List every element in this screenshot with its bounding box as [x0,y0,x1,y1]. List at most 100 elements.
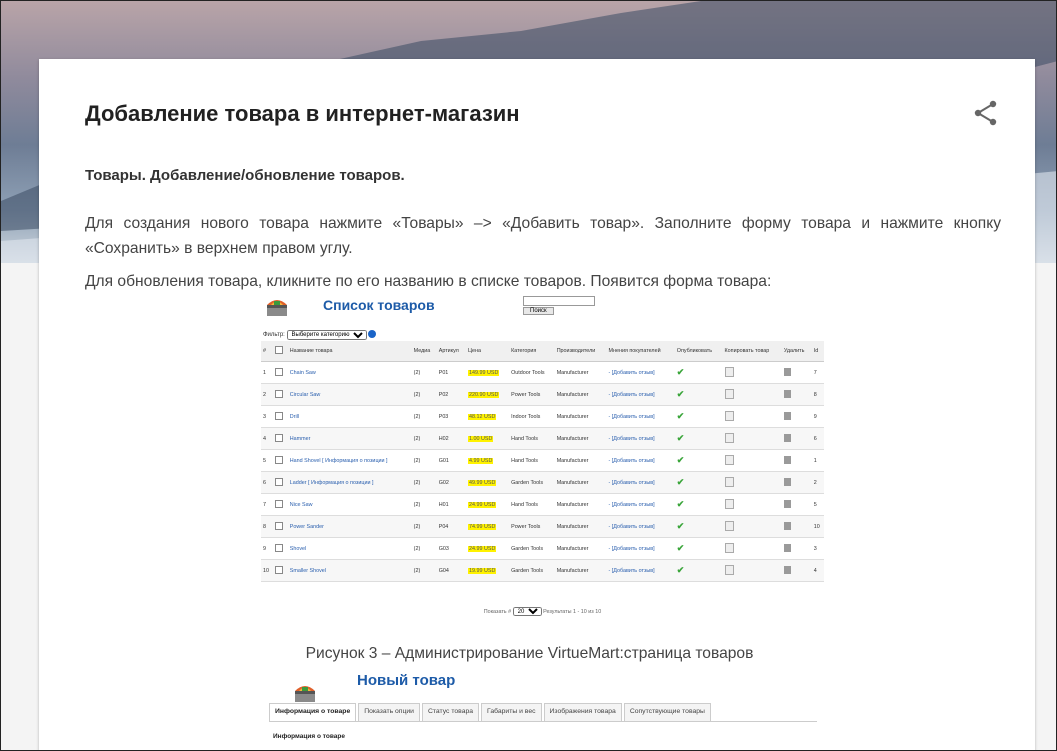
copy-product-icon[interactable] [724,410,734,421]
page-size-select[interactable]: 20 [512,607,542,616]
col-sku[interactable]: Артикул [436,341,467,362]
tab-product-info[interactable]: Информация о товаре [269,703,357,721]
row-checkbox[interactable] [275,543,284,552]
copy-product-icon[interactable] [724,542,734,553]
add-review-link[interactable]: - [Добавить отзыв] [609,392,655,398]
published-check-icon[interactable]: ✔ [677,477,685,487]
delete-product-icon[interactable] [783,411,791,420]
row-checkbox[interactable] [275,367,284,376]
product-name-link[interactable]: Chain Saw [290,370,316,376]
row-checkbox[interactable] [275,477,284,486]
product-manufacturer-cell: Manufacturer [554,361,607,384]
product-name-link[interactable]: Shovel [290,546,306,552]
copy-product-icon[interactable] [724,432,734,443]
col-name[interactable]: Название товара [287,341,412,362]
copy-product-icon[interactable] [724,476,734,487]
published-check-icon[interactable]: ✔ [677,499,685,509]
delete-product-icon[interactable] [783,455,791,464]
media-count[interactable]: (2) [414,568,421,574]
product-price: 1.00 USD [468,435,494,442]
media-count[interactable]: (2) [414,480,421,486]
media-count[interactable]: (2) [414,392,421,398]
product-name-link[interactable]: Power Sander [290,524,324,530]
published-check-icon-cell: ✔ [674,537,723,560]
copy-product-icon[interactable] [724,498,734,509]
col-category[interactable]: Категория [509,341,555,362]
copy-product-icon[interactable] [724,564,734,575]
published-check-icon[interactable]: ✔ [677,367,685,377]
published-check-icon[interactable]: ✔ [677,543,685,553]
tab-related-products[interactable]: Сопутствующие товары [623,703,711,721]
col-manufacturer[interactable]: Производители [554,341,607,362]
product-rows: 1 Chain Saw (2) P01 149.99 USD Outdoor Tools M… [261,361,824,582]
product-name-link[interactable]: Nice Saw [290,502,313,508]
product-name-link[interactable]: Circular Saw [290,392,321,398]
tab-product-status[interactable]: Статус товара [421,703,480,721]
add-review-link[interactable]: - [Добавить отзыв] [609,524,655,530]
category-select[interactable]: Выберите категорию [286,330,367,340]
select-all-checkbox[interactable] [275,346,284,354]
add-review-link[interactable]: - [Добавить отзыв] [609,370,655,376]
share-icon[interactable] [973,99,999,127]
media-count[interactable]: (2) [414,546,421,552]
copy-product-icon[interactable] [724,520,734,531]
delete-product-icon[interactable] [783,433,791,442]
add-review-link[interactable]: - [Добавить отзыв] [609,568,655,574]
tab-dimensions-weight[interactable]: Габариты и вес [481,703,542,721]
delete-product-icon[interactable] [783,565,791,574]
product-category: Garden Tools [511,479,544,486]
product-sku: P04 [438,523,449,530]
delete-product-icon[interactable] [783,543,791,552]
media-count[interactable]: (2) [414,436,421,442]
add-review-link[interactable]: - [Добавить отзыв] [609,480,655,486]
published-check-icon[interactable]: ✔ [677,389,685,399]
product-name-link[interactable]: Smaller Shovel [290,568,326,574]
delete-product-icon[interactable] [783,499,791,508]
published-check-icon[interactable]: ✔ [677,565,685,575]
search-input[interactable] [523,296,595,306]
product-manufacturer-cell: Manufacturer [554,559,607,582]
add-review-link[interactable]: - [Добавить отзыв] [609,546,655,552]
product-name-link[interactable]: Drill [290,414,299,420]
product-name-link[interactable]: Ladder [ Информация о позиции ] [290,480,374,486]
copy-product-icon-cell [722,493,782,516]
product-price: 74.99 USD [468,523,497,530]
row-checkbox[interactable] [275,455,284,464]
tab-product-images[interactable]: Изображения товара [543,703,622,721]
media-count[interactable]: (2) [414,524,421,530]
row-checkbox[interactable] [275,389,284,398]
add-review-link[interactable]: - [Добавить отзыв] [609,414,655,420]
search-button[interactable]: Поиск [523,307,554,315]
row-checkbox[interactable] [275,565,284,574]
add-review-link[interactable]: - [Добавить отзыв] [609,436,655,442]
delete-product-icon[interactable] [783,521,791,530]
copy-product-icon[interactable] [724,454,734,465]
add-review-link[interactable]: - [Добавить отзыв] [609,458,655,464]
published-check-icon[interactable]: ✔ [677,433,685,443]
col-id[interactable]: Id [811,341,824,362]
media-count[interactable]: (2) [414,502,421,508]
help-icon[interactable] [368,330,377,339]
published-check-icon[interactable]: ✔ [677,411,685,421]
published-check-icon[interactable]: ✔ [677,521,685,531]
media-count[interactable]: (2) [414,458,421,464]
row-checkbox[interactable] [275,521,284,530]
media-count[interactable]: (2) [414,370,421,376]
media-count[interactable]: (2) [414,414,421,420]
tab-show-options[interactable]: Показать опции [358,703,420,721]
delete-product-icon[interactable] [783,367,791,376]
product-name-link[interactable]: Hammer [290,436,311,442]
row-checkbox[interactable] [275,499,284,508]
col-select-all[interactable] [273,341,288,362]
row-checkbox[interactable] [275,433,284,442]
delete-product-icon[interactable] [783,389,791,398]
copy-product-icon[interactable] [724,388,734,399]
col-price[interactable]: Цена [466,341,510,362]
media-count-cell: (2) [411,427,437,450]
product-name-link[interactable]: Hand Shovel [ Информация о позиции ] [290,458,388,464]
published-check-icon[interactable]: ✔ [677,455,685,465]
add-review-link[interactable]: - [Добавить отзыв] [609,502,655,508]
delete-product-icon[interactable] [783,477,791,486]
row-checkbox[interactable] [275,411,284,420]
copy-product-icon[interactable] [724,366,734,377]
